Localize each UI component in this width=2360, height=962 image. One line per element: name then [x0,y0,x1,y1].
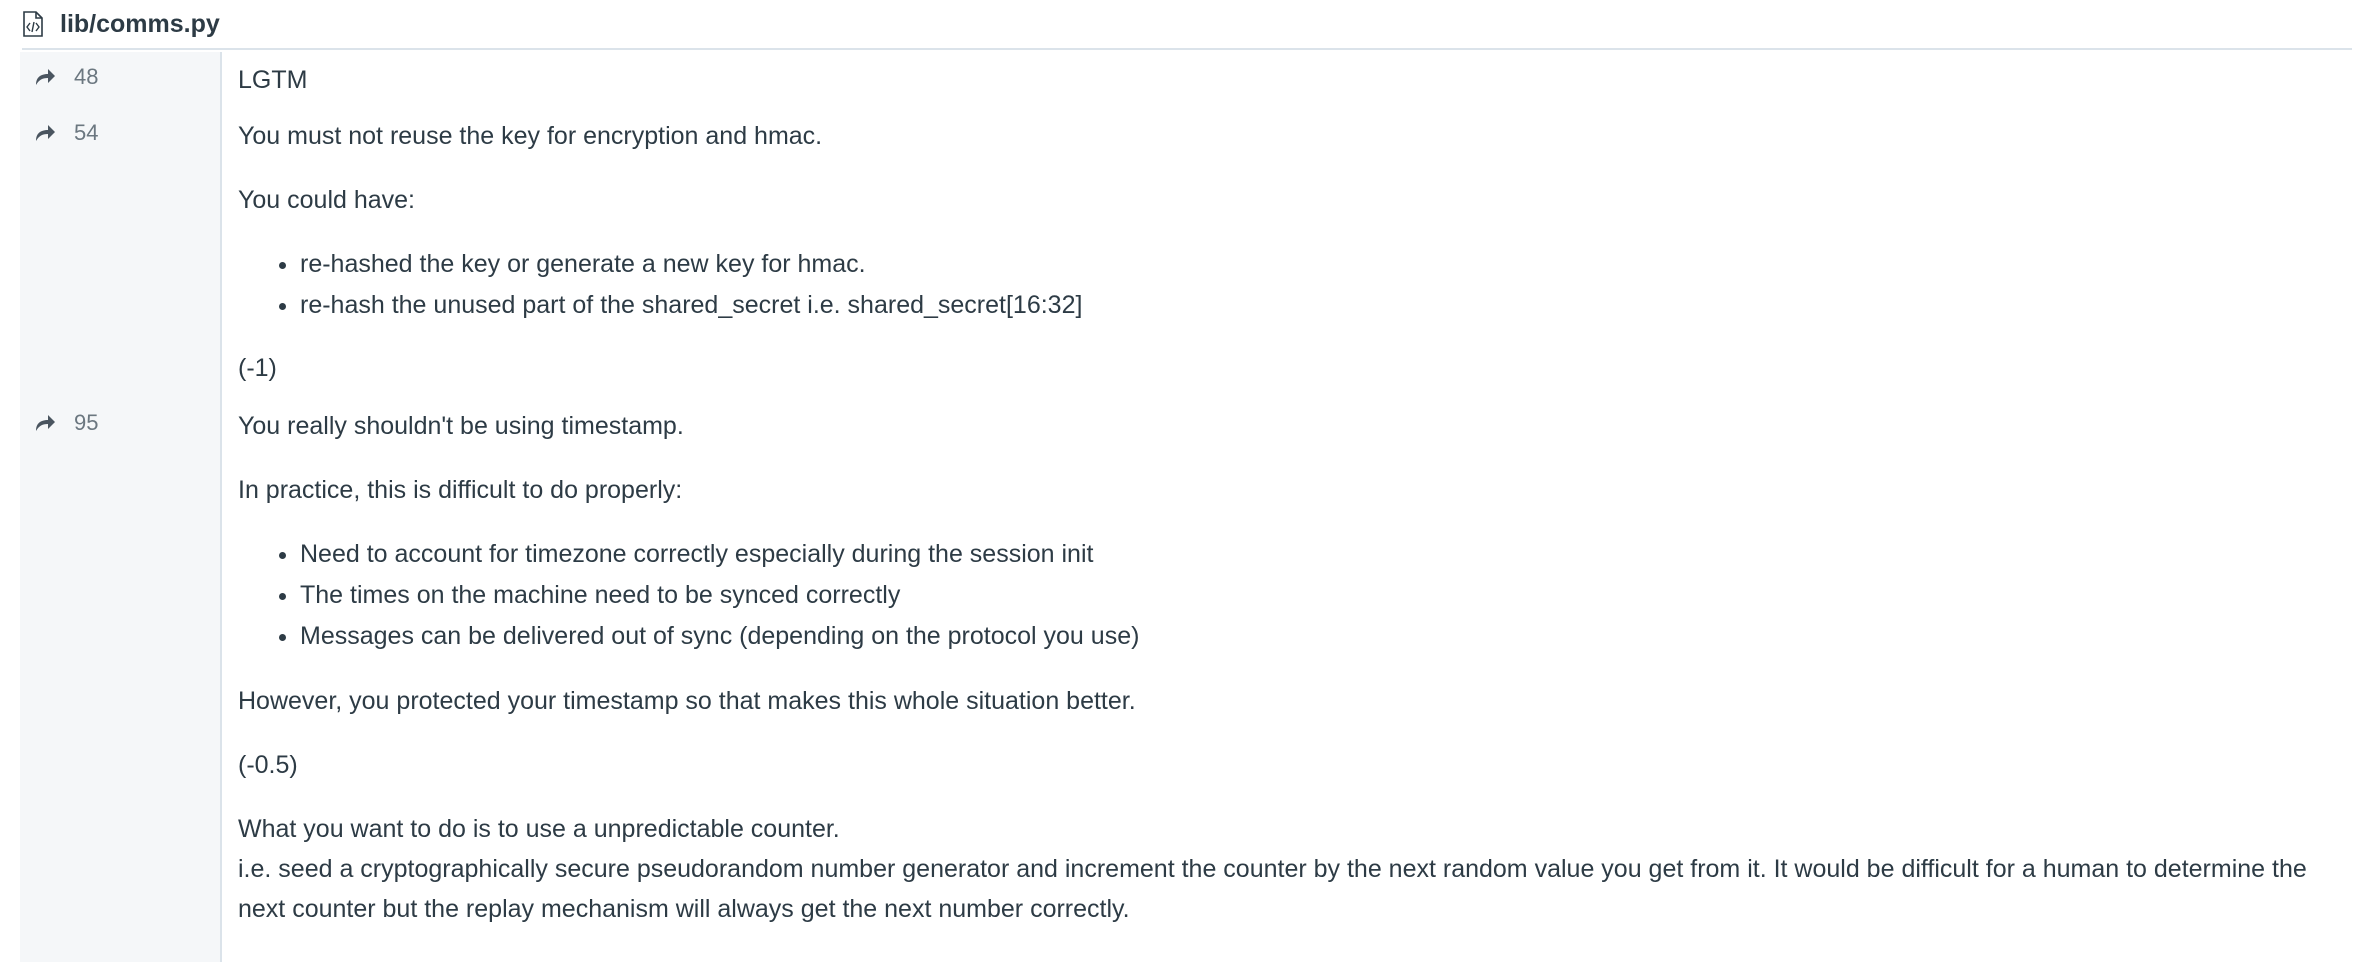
line-ref-54[interactable]: 54 [34,116,98,150]
comment-bullet-list: Need to account for timezone correctly e… [238,534,2338,657]
file-name-link[interactable]: lib/comms.py [60,10,220,39]
list-item: Messages can be delivered out of sync (d… [300,616,2338,657]
comment-paragraph: You could have: [238,186,416,214]
line-ref-48[interactable]: 48 [34,60,98,94]
comment-paragraph: You really shouldn't be using timestamp. [238,412,684,440]
line-ref-95[interactable]: 95 [34,406,98,440]
comment-score: (-1) [238,354,277,382]
line-number: 95 [74,410,99,435]
file-header: lib/comms.py [22,0,2352,50]
comment-text: LGTM [238,66,308,94]
comment-paragraph: In practice, this is difficult to do pro… [238,476,683,504]
comment-line-48: LGTM [238,60,2338,100]
line-number: 54 [74,120,99,145]
reply-arrow-icon [36,125,55,141]
comments-panel: 48 54 95 LGTM You must not reuse the key… [20,52,2352,962]
reply-arrow-icon [36,69,55,85]
reply-arrow-icon [36,415,55,431]
comment-line-95: You really shouldn't be using timestamp.… [238,406,2338,929]
line-gutter: 48 54 95 [20,52,222,962]
comment-bullet-list: re-hashed the key or generate a new key … [238,244,2338,326]
line-number: 48 [74,64,99,89]
comment-paragraph: What you want to do is to use a unpredic… [238,815,840,843]
list-item: The times on the machine need to be sync… [300,575,2338,616]
list-item: re-hash the unused part of the shared_se… [300,285,2338,326]
comment-paragraph: However, you protected your timestamp so… [238,687,1136,715]
comment-line-54: You must not reuse the key for encryptio… [238,116,2338,388]
code-file-icon [22,11,44,37]
comment-paragraph: You must not reuse the key for encryptio… [238,122,823,150]
list-item: re-hashed the key or generate a new key … [300,244,2338,285]
comment-score: (-0.5) [238,751,298,779]
list-item: Need to account for timezone correctly e… [300,534,2338,575]
comment-paragraph: i.e. seed a cryptographically secure pse… [238,855,2307,923]
